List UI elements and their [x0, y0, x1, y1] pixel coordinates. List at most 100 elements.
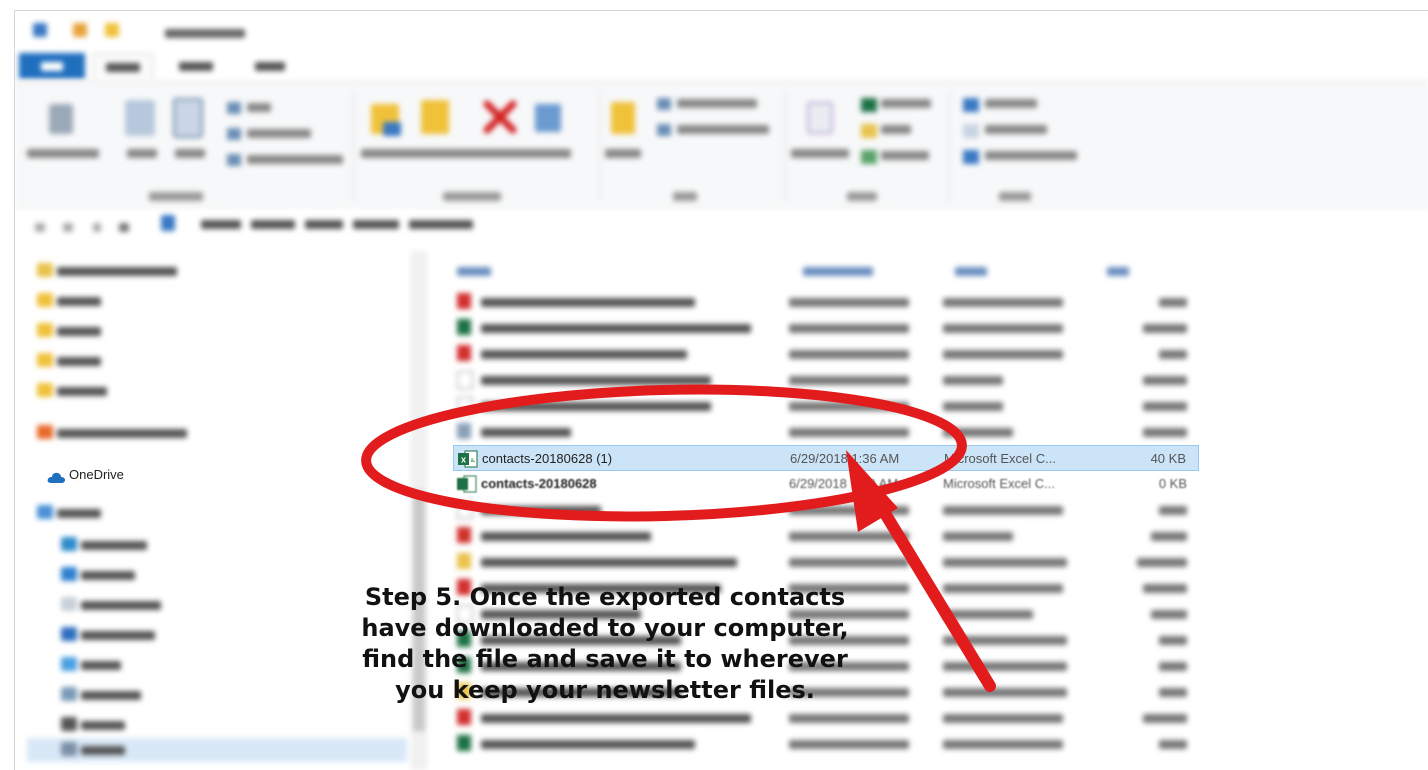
paste-shortcut-icon[interactable]	[227, 154, 241, 166]
back-icon[interactable]	[35, 219, 45, 237]
file-row[interactable]	[453, 705, 1199, 731]
3d-objects-icon	[61, 537, 77, 551]
step-caption: Step 5. Once the exported contacts have …	[300, 582, 910, 706]
file-row[interactable]	[453, 289, 1199, 315]
file-row[interactable]	[453, 731, 1199, 757]
nav-item[interactable]	[61, 623, 155, 647]
excel-icon	[457, 735, 471, 751]
delete-x-icon[interactable]	[483, 100, 517, 134]
user-icon	[161, 215, 175, 231]
up-icon[interactable]	[119, 219, 129, 237]
address-bar[interactable]	[15, 209, 1428, 239]
rename-icon[interactable]	[535, 104, 561, 132]
tab-home[interactable]	[93, 53, 153, 80]
paste-icon[interactable]	[173, 98, 203, 138]
nav-item-this-pc[interactable]	[37, 501, 101, 525]
music-icon	[61, 657, 77, 671]
file-type: Microsoft Excel C...	[944, 451, 1056, 466]
file-date: 6/29/2018 1:39 AM	[789, 476, 899, 491]
nav-item[interactable]	[37, 289, 101, 313]
file-row-selected[interactable]: x a, contacts-20180628 (1) 6/29/2018 1:3…	[453, 445, 1199, 471]
creative-cloud-icon	[37, 425, 53, 439]
nav-item[interactable]	[61, 653, 121, 677]
nav-item[interactable]	[61, 593, 161, 617]
nav-item-onedrive[interactable]: OneDrive	[47, 463, 124, 487]
nav-item[interactable]	[61, 683, 141, 707]
documents-icon	[61, 597, 77, 611]
quick-access-icon[interactable]	[33, 23, 47, 37]
installer-icon	[457, 527, 471, 543]
onedrive-icon	[47, 468, 65, 492]
open-icon[interactable]	[861, 98, 877, 112]
file-row[interactable]	[453, 549, 1199, 575]
pin-icon[interactable]	[49, 104, 73, 134]
file-row[interactable]	[453, 341, 1199, 367]
pc-icon	[37, 505, 53, 519]
onedrive-label: OneDrive	[69, 467, 124, 482]
file-row[interactable]	[453, 315, 1199, 341]
file-size: 0 KB	[1158, 476, 1187, 491]
nav-item[interactable]	[37, 349, 101, 373]
cut-icon[interactable]	[227, 102, 241, 114]
drive-icon	[61, 742, 77, 756]
folder-icon	[37, 323, 53, 337]
recent-locations-icon[interactable]	[93, 219, 101, 237]
folder-icon	[37, 263, 53, 277]
breadcrumb[interactable]	[201, 217, 474, 231]
tab-file[interactable]	[19, 53, 85, 79]
file-name: contacts-20180628	[481, 476, 597, 491]
easy-access-icon[interactable]	[657, 124, 671, 136]
select-none-icon[interactable]	[963, 124, 979, 138]
videos-icon	[61, 717, 77, 731]
file-row[interactable]: contacts-20180628 6/29/2018 1:39 AM Micr…	[453, 471, 1199, 497]
nav-item[interactable]	[37, 259, 177, 283]
undo-icon[interactable]	[73, 23, 87, 37]
column-header-size[interactable]	[1107, 264, 1129, 278]
tab-share[interactable]	[179, 53, 213, 79]
caption-line: Step 5. Once the exported contacts	[364, 583, 846, 611]
forward-icon[interactable]	[63, 219, 73, 237]
tab-view[interactable]	[255, 53, 285, 79]
document-icon	[457, 371, 473, 389]
properties-icon[interactable]	[807, 102, 833, 134]
nav-item[interactable]	[61, 563, 135, 587]
edit-icon[interactable]	[861, 124, 877, 138]
copy-to-icon[interactable]	[421, 100, 449, 134]
nav-item-creative-cloud[interactable]	[37, 421, 187, 445]
svg-text:a,: a,	[470, 458, 475, 464]
file-row[interactable]	[453, 523, 1199, 549]
caption-line: find the file and save it to wherever	[362, 645, 848, 673]
downloads-icon	[61, 627, 77, 641]
copy-icon[interactable]	[125, 100, 155, 136]
file-row[interactable]	[453, 497, 1199, 523]
folder-icon	[37, 293, 53, 307]
document-icon	[457, 397, 473, 415]
select-all-icon[interactable]	[963, 98, 979, 112]
copy-path-icon[interactable]	[227, 128, 241, 140]
new-folder-icon[interactable]	[611, 102, 635, 134]
pdf-icon	[457, 709, 471, 725]
nav-item-drive[interactable]	[61, 738, 125, 762]
invert-selection-icon[interactable]	[963, 150, 979, 164]
nav-item[interactable]	[37, 379, 107, 403]
zip-icon	[457, 553, 471, 569]
new-item-icon[interactable]	[657, 98, 671, 110]
window-title	[165, 25, 245, 43]
file-name: contacts-20180628 (1)	[482, 451, 613, 466]
folder-icon	[37, 383, 53, 397]
column-header-type[interactable]	[955, 264, 987, 278]
caption-line: you keep your newsletter files.	[395, 676, 815, 704]
nav-item[interactable]	[61, 713, 125, 737]
file-row[interactable]	[453, 419, 1199, 445]
excel-icon: x a,	[458, 450, 478, 473]
ribbon	[15, 81, 1428, 211]
column-header-name[interactable]	[457, 264, 491, 278]
pictures-icon	[61, 687, 77, 701]
file-row[interactable]	[453, 367, 1199, 393]
nav-item[interactable]	[37, 319, 101, 343]
column-header-date[interactable]	[803, 264, 873, 278]
caption-line: have downloaded to your computer,	[361, 614, 849, 642]
history-icon[interactable]	[861, 150, 877, 164]
nav-item[interactable]	[61, 533, 147, 557]
file-row[interactable]	[453, 393, 1199, 419]
